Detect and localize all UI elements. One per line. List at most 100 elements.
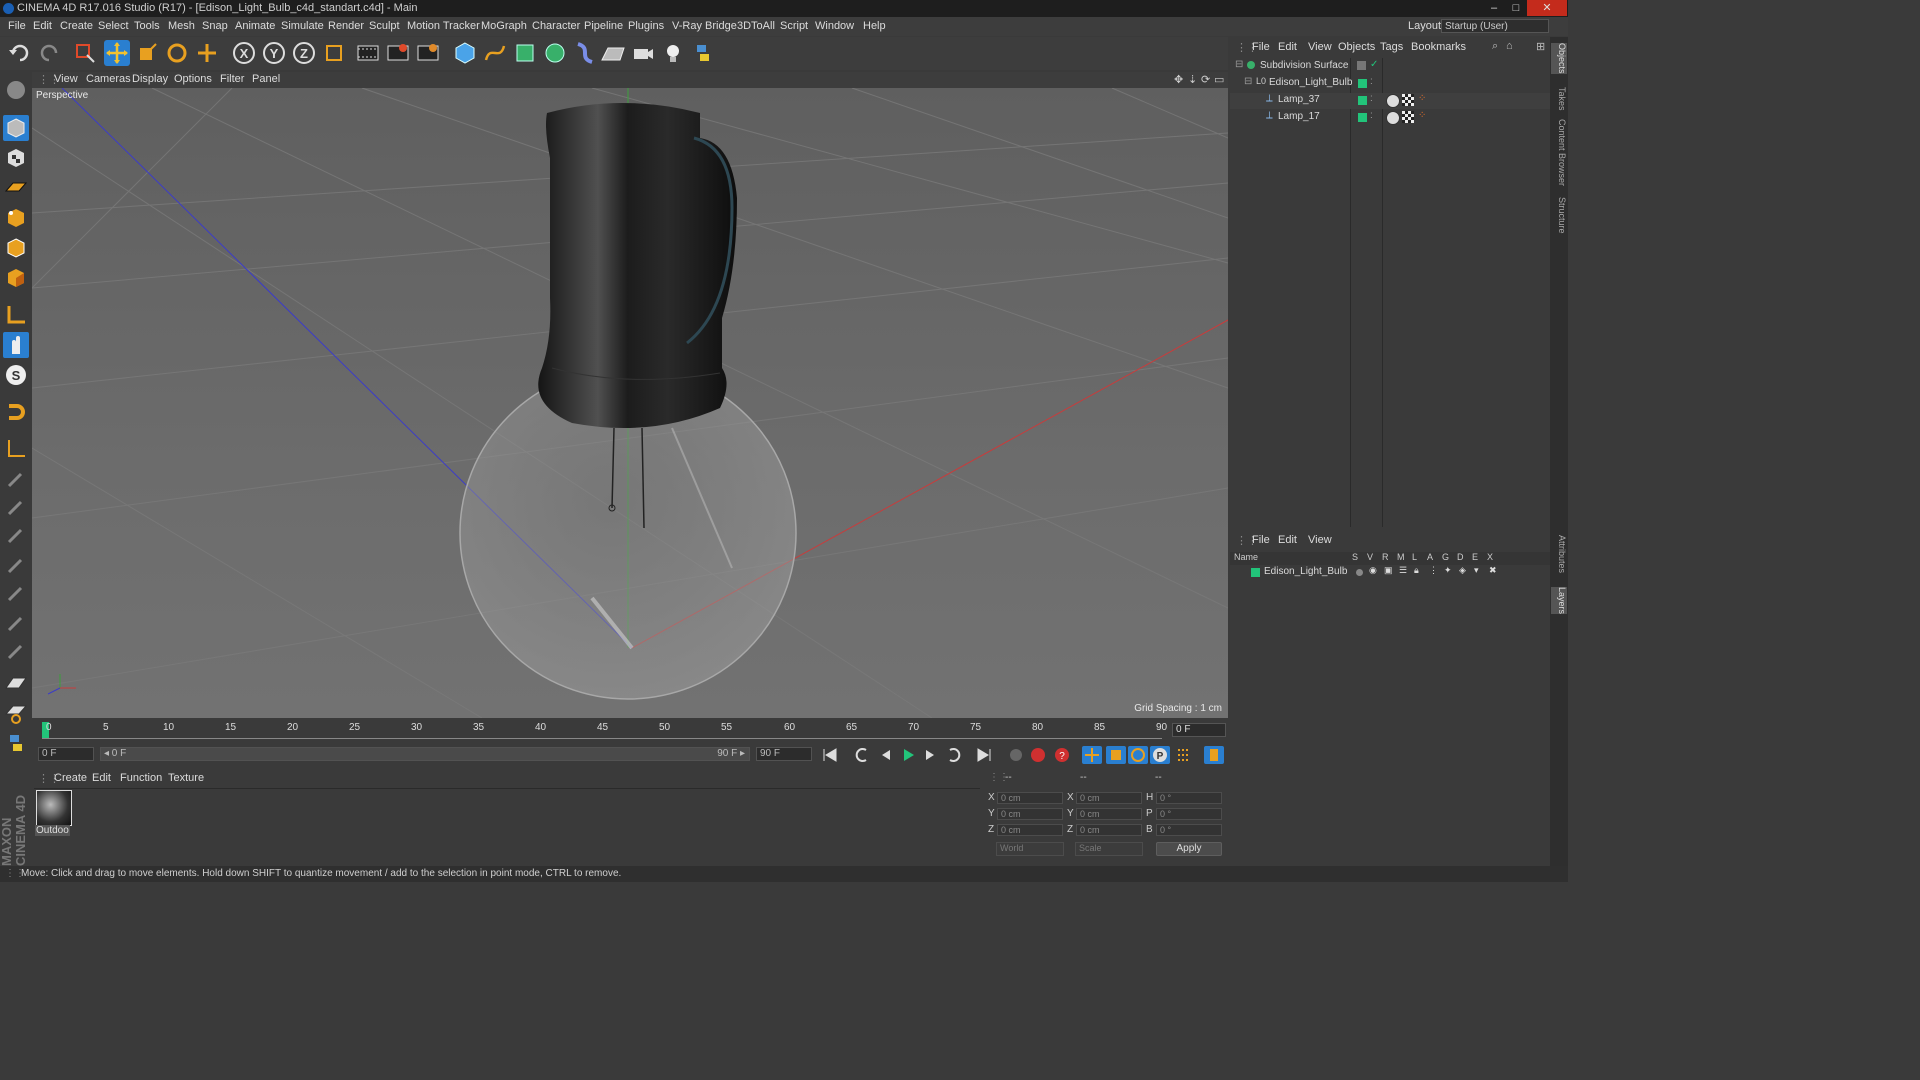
lock-toggle-icon[interactable]: 🔒︎ (1414, 565, 1419, 576)
vray-tag-icon[interactable]: ⁘ (1418, 93, 1426, 104)
object-menu-tags[interactable]: Tags (1380, 41, 1403, 53)
next-frame-icon[interactable] (920, 746, 940, 764)
mograph-cloner-icon[interactable] (542, 40, 568, 66)
z-axis-lock-icon[interactable]: Z (291, 40, 317, 66)
scale-tool-icon[interactable] (134, 40, 160, 66)
generator-toggle-icon[interactable]: ✦ (1444, 565, 1452, 576)
brush-tool-2-icon[interactable] (3, 494, 29, 520)
material-swatch[interactable] (36, 790, 72, 826)
play-icon[interactable] (898, 746, 918, 764)
menu-mesh[interactable]: Mesh (168, 20, 195, 32)
goto-end-icon[interactable] (974, 746, 994, 764)
tab-takes[interactable]: Takes (1551, 87, 1567, 111)
menu-character[interactable]: Character (532, 20, 580, 32)
viewport-menu-options[interactable]: Options (174, 73, 212, 85)
menu-vray-bridge[interactable]: V-Ray Bridge (672, 20, 737, 32)
rotation-p-field[interactable]: 0 ° (1156, 808, 1222, 820)
key-pla-icon[interactable] (1174, 746, 1194, 764)
axis-mode-icon[interactable] (3, 302, 29, 328)
tab-objects[interactable]: Objects (1551, 43, 1567, 74)
object-menu-view[interactable]: View (1308, 41, 1332, 53)
xref-toggle-icon[interactable]: ✖ (1489, 565, 1497, 576)
tab-attributes[interactable]: Attributes (1551, 535, 1567, 573)
key-parameter-icon[interactable]: P (1150, 746, 1170, 764)
manager-toggle-icon[interactable]: ☰ (1399, 565, 1407, 576)
visibility-dots-icon[interactable]: : (1370, 76, 1373, 87)
record-off-icon[interactable] (1006, 746, 1026, 764)
enabled-check-icon[interactable]: ✓ (1370, 59, 1378, 70)
object-menu-file[interactable]: File (1252, 41, 1270, 53)
object-menu-bookmarks[interactable]: Bookmarks (1411, 41, 1466, 53)
tab-content-browser[interactable]: Content Browser (1551, 119, 1567, 186)
key-rotation-icon[interactable] (1128, 746, 1148, 764)
material-menu-edit[interactable]: Edit (92, 772, 111, 784)
layer-color-icon[interactable] (1358, 79, 1367, 88)
object-search-icon[interactable]: ⌕ (1492, 40, 1498, 53)
x-axis-lock-icon[interactable]: X (231, 40, 257, 66)
material-tag-icon[interactable] (1386, 111, 1400, 125)
layer-row[interactable]: Edison_Light_Bulb ◉ ▣ ☰ 🔒︎ ⋮ ✦ ◈ ▾ ✖ (1230, 565, 1550, 581)
model-mode-icon[interactable] (3, 115, 29, 141)
live-selection-icon[interactable] (72, 40, 98, 66)
grid-snap-icon[interactable] (3, 700, 29, 726)
current-frame-field[interactable]: 0 F (1172, 723, 1226, 737)
texture-tag-icon[interactable] (1402, 94, 1414, 106)
viewport-menu-panel[interactable]: Panel (252, 73, 280, 85)
close-button[interactable]: ✕ (1527, 0, 1567, 16)
viewport-move-icon[interactable]: ✥ (1174, 73, 1183, 86)
brush-tool-1-icon[interactable] (3, 466, 29, 492)
make-editable-icon[interactable] (3, 77, 29, 103)
redo-icon[interactable] (36, 40, 62, 66)
size-z-field[interactable]: 0 cm (1076, 824, 1142, 836)
next-key-icon[interactable] (944, 746, 964, 764)
timeline-window-icon[interactable] (1204, 746, 1224, 764)
material-name[interactable]: Outdoo (35, 825, 70, 836)
light-icon[interactable] (660, 40, 686, 66)
position-y-field[interactable]: 0 cm (997, 808, 1063, 820)
collapse-toggle-icon[interactable]: ⊟ (1244, 76, 1252, 87)
texture-mode-icon[interactable] (3, 145, 29, 171)
brush-tool-6-icon[interactable] (3, 610, 29, 636)
menu-select[interactable]: Select (98, 20, 129, 32)
python-script-icon[interactable] (3, 730, 29, 756)
view-toggle-icon[interactable]: ◉ (1369, 565, 1377, 576)
menu-file[interactable]: File (8, 20, 26, 32)
record-keys-icon[interactable] (1028, 746, 1048, 764)
camera-icon[interactable] (630, 40, 656, 66)
cube-object-icon[interactable] (452, 40, 478, 66)
solo-toggle-icon[interactable] (1356, 569, 1363, 576)
workplane-axis-icon[interactable] (3, 436, 29, 462)
vray-tag-icon[interactable]: ⁘ (1418, 110, 1426, 121)
layer-menu-edit[interactable]: Edit (1278, 534, 1297, 546)
position-z-field[interactable]: 0 cm (997, 824, 1063, 836)
viewport-menu-view[interactable]: View (54, 73, 78, 85)
menu-motion-tracker[interactable]: Motion Tracker (407, 20, 480, 32)
menu-mograph[interactable]: MoGraph (481, 20, 527, 32)
python-icon[interactable] (690, 40, 716, 66)
menu-pipeline[interactable]: Pipeline (584, 20, 623, 32)
object-row[interactable]: ⊟ L0 Edison_Light_Bulb : (1230, 76, 1550, 92)
perspective-viewport[interactable]: Perspective Grid Spacing : 1 cm (32, 88, 1228, 718)
menu-sculpt[interactable]: Sculpt (369, 20, 400, 32)
material-tag-icon[interactable] (1386, 94, 1400, 108)
recent-tool-icon[interactable] (194, 40, 220, 66)
collapse-toggle-icon[interactable]: ⊟ (1235, 59, 1243, 70)
key-position-icon[interactable] (1082, 746, 1102, 764)
object-row[interactable]: ⟂ Lamp_37 : ⁘ (1230, 93, 1550, 109)
viewport-maximize-icon[interactable]: ▭ (1214, 73, 1224, 86)
menu-window[interactable]: Window (815, 20, 854, 32)
snap-icon[interactable]: S (3, 362, 29, 388)
brush-tool-4-icon[interactable] (3, 552, 29, 578)
layer-color-icon[interactable] (1358, 113, 1367, 122)
object-expand-icon[interactable]: ⊞ (1536, 40, 1545, 53)
object-home-icon[interactable]: ⌂ (1506, 40, 1513, 52)
object-menu-objects[interactable]: Objects (1338, 41, 1375, 53)
animation-toggle-icon[interactable]: ⋮ (1429, 565, 1438, 576)
start-frame-field[interactable]: 0 F (38, 747, 94, 761)
viewport-menu-display[interactable]: Display (132, 73, 168, 85)
render-toggle-icon[interactable]: ▣ (1384, 565, 1393, 576)
rotate-tool-icon[interactable] (164, 40, 190, 66)
apply-button[interactable]: Apply (1156, 842, 1222, 856)
tab-structure[interactable]: Structure (1551, 197, 1567, 234)
coordinate-system-icon[interactable] (321, 40, 347, 66)
